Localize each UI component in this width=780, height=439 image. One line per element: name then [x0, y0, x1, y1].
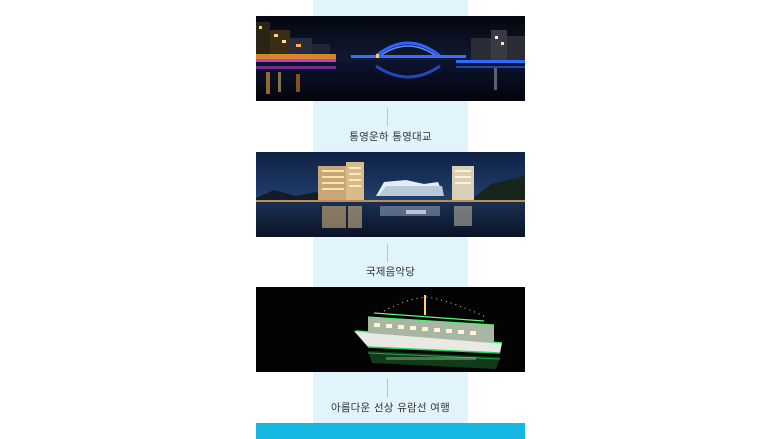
accent-bottom-bar	[256, 423, 525, 439]
illuminated-cruise-ship-photo	[256, 287, 525, 372]
connector-line	[387, 108, 388, 126]
photo-tongyeong-bridge[interactable]	[256, 16, 525, 101]
connector-line	[387, 379, 388, 397]
photo-cruise-ship[interactable]	[256, 287, 525, 372]
photo-caption: 아름다운 선상 유람선 여행	[330, 402, 451, 414]
photo-caption: 국제음악당	[365, 266, 416, 278]
connector-line	[387, 244, 388, 262]
photo-concert-hall[interactable]	[256, 152, 525, 237]
night-bridge-canal-photo	[256, 16, 525, 101]
concert-hall-harbor-photo	[256, 152, 525, 237]
photo-caption: 통영운하 통영대교	[349, 131, 432, 143]
